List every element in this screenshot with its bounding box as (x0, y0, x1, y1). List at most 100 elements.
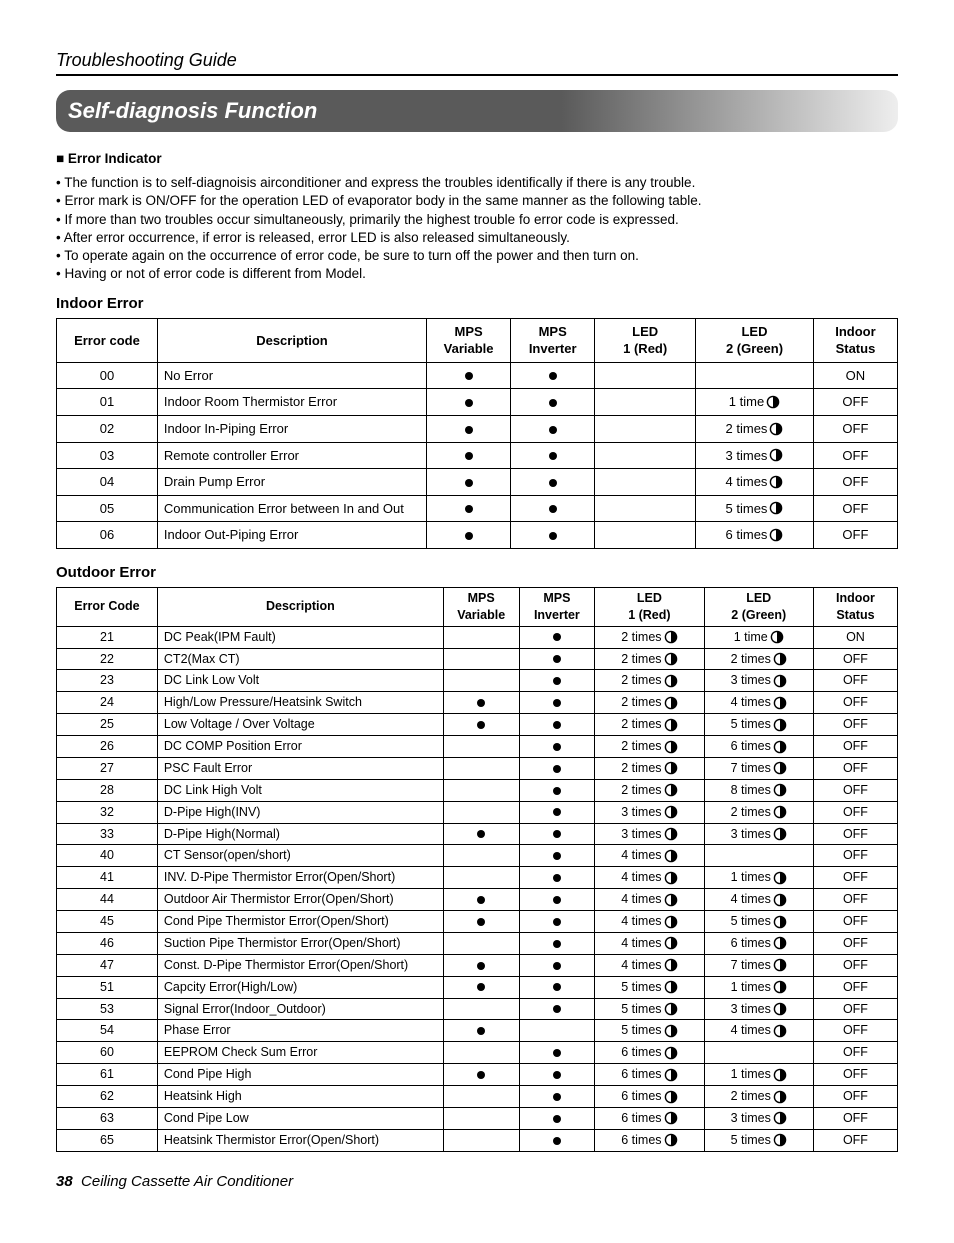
table-cell: OFF (813, 889, 897, 911)
filled-dot-icon (553, 699, 561, 707)
table-cell: Suction Pipe Thermistor Error(Open/Short… (157, 932, 443, 954)
blink-indicator: 5 times (621, 1001, 677, 1018)
filled-dot-icon (465, 399, 473, 407)
table-cell: Phase Error (157, 1020, 443, 1042)
table-row: 24High/Low Pressure/Heatsink Switch2 tim… (57, 692, 898, 714)
table-cell: OFF (813, 1107, 897, 1129)
outdoor-error-title: Outdoor Error (56, 563, 898, 583)
table-cell: Remote controller Error (157, 442, 426, 469)
table-cell (595, 522, 696, 549)
table-row: 27PSC Fault Error2 times 7 times OFF (57, 757, 898, 779)
filled-dot-icon (553, 874, 561, 882)
table-cell (519, 1064, 595, 1086)
table-cell: Const. D-Pipe Thermistor Error(Open/Shor… (157, 954, 443, 976)
blink-indicator: 2 times (621, 694, 677, 711)
indoor-error-title: Indoor Error (56, 294, 898, 314)
blink-indicator: 4 times (621, 913, 677, 930)
table-cell: 1 times (704, 976, 813, 998)
table-cell (595, 469, 696, 496)
table-cell: 05 (57, 495, 158, 522)
filled-dot-icon (553, 1049, 561, 1057)
table-cell: 3 times (704, 823, 813, 845)
table-cell: 41 (57, 867, 158, 889)
bullet-item: After error occurrence, if error is rele… (56, 229, 898, 247)
table-cell: OFF (813, 1086, 897, 1108)
table-row: 03Remote controller Error3 times OFF (57, 442, 898, 469)
table-row: 51Capcity Error(High/Low)5 times 1 times… (57, 976, 898, 998)
blink-indicator: 6 times (621, 1110, 677, 1127)
table-cell (427, 362, 511, 389)
table-cell: 2 times (595, 714, 704, 736)
table-cell: 2 times (704, 648, 813, 670)
filled-dot-icon (553, 1093, 561, 1101)
bullet-item: Error mark is ON/OFF for the operation L… (56, 192, 898, 210)
table-cell: D-Pipe High(Normal) (157, 823, 443, 845)
col-header: IndoorStatus (813, 587, 897, 626)
blink-indicator: 3 times (621, 804, 677, 821)
table-cell: OFF (813, 757, 897, 779)
table-cell: 60 (57, 1042, 158, 1064)
table-cell (511, 415, 595, 442)
table-row: 41INV. D-Pipe Thermistor Error(Open/Shor… (57, 867, 898, 889)
filled-dot-icon (549, 426, 557, 434)
blink-indicator: 2 times (731, 1088, 787, 1105)
table-cell: OFF (813, 736, 897, 758)
table-cell: OFF (813, 1129, 897, 1151)
col-header: IndoorStatus (813, 318, 897, 362)
table-cell: 7 times (704, 954, 813, 976)
col-header: LED1 (Red) (595, 318, 696, 362)
blink-indicator: 5 times (621, 979, 677, 996)
table-cell: 6 times (595, 1064, 704, 1086)
table-row: 33D-Pipe High(Normal)3 times 3 times OFF (57, 823, 898, 845)
blink-indicator: 4 times (731, 1022, 787, 1039)
table-row: 65Heatsink Thermistor Error(Open/Short)6… (57, 1129, 898, 1151)
filled-dot-icon (553, 896, 561, 904)
table-cell: 2 times (696, 415, 814, 442)
table-cell: 3 times (704, 670, 813, 692)
table-cell: Capcity Error(High/Low) (157, 976, 443, 998)
table-cell (427, 415, 511, 442)
table-cell: 2 times (595, 757, 704, 779)
filled-dot-icon (465, 532, 473, 540)
table-cell: Outdoor Air Thermistor Error(Open/Short) (157, 889, 443, 911)
blink-indicator: 4 times (731, 891, 787, 908)
blink-indicator: 3 times (731, 826, 787, 843)
filled-dot-icon (553, 983, 561, 991)
table-row: 40CT Sensor(open/short)4 times OFF (57, 845, 898, 867)
filled-dot-icon (553, 743, 561, 751)
table-row: 32D-Pipe High(INV)3 times 2 times OFF (57, 801, 898, 823)
table-cell (519, 1086, 595, 1108)
filled-dot-icon (549, 505, 557, 513)
table-cell (443, 1042, 519, 1064)
bullet-item: Having or not of error code is different… (56, 265, 898, 283)
section-banner: Self-diagnosis Function (56, 90, 898, 132)
col-header: MPSVariable (443, 587, 519, 626)
blink-indicator: 5 times (731, 716, 787, 733)
filled-dot-icon (553, 633, 561, 641)
table-cell: 5 times (595, 998, 704, 1020)
table-row: 44Outdoor Air Thermistor Error(Open/Shor… (57, 889, 898, 911)
table-cell (443, 867, 519, 889)
filled-dot-icon (549, 532, 557, 540)
table-cell (511, 495, 595, 522)
table-cell: 2 times (595, 736, 704, 758)
filled-dot-icon (477, 962, 485, 970)
table-cell (595, 362, 696, 389)
col-header: Description (157, 587, 443, 626)
blink-indicator: 2 times (726, 420, 784, 438)
table-cell (443, 1064, 519, 1086)
table-cell: CT Sensor(open/short) (157, 845, 443, 867)
table-cell: OFF (813, 522, 897, 549)
table-cell (595, 415, 696, 442)
table-cell (519, 757, 595, 779)
table-cell: 4 times (595, 845, 704, 867)
table-cell: 5 times (595, 1020, 704, 1042)
filled-dot-icon (477, 918, 485, 926)
blink-indicator: 8 times (731, 782, 787, 799)
table-cell (443, 1020, 519, 1042)
table-cell: 03 (57, 442, 158, 469)
table-row: 53Signal Error(Indoor_Outdoor)5 times 3 … (57, 998, 898, 1020)
table-cell (704, 1042, 813, 1064)
table-cell: Drain Pump Error (157, 469, 426, 496)
filled-dot-icon (553, 1115, 561, 1123)
